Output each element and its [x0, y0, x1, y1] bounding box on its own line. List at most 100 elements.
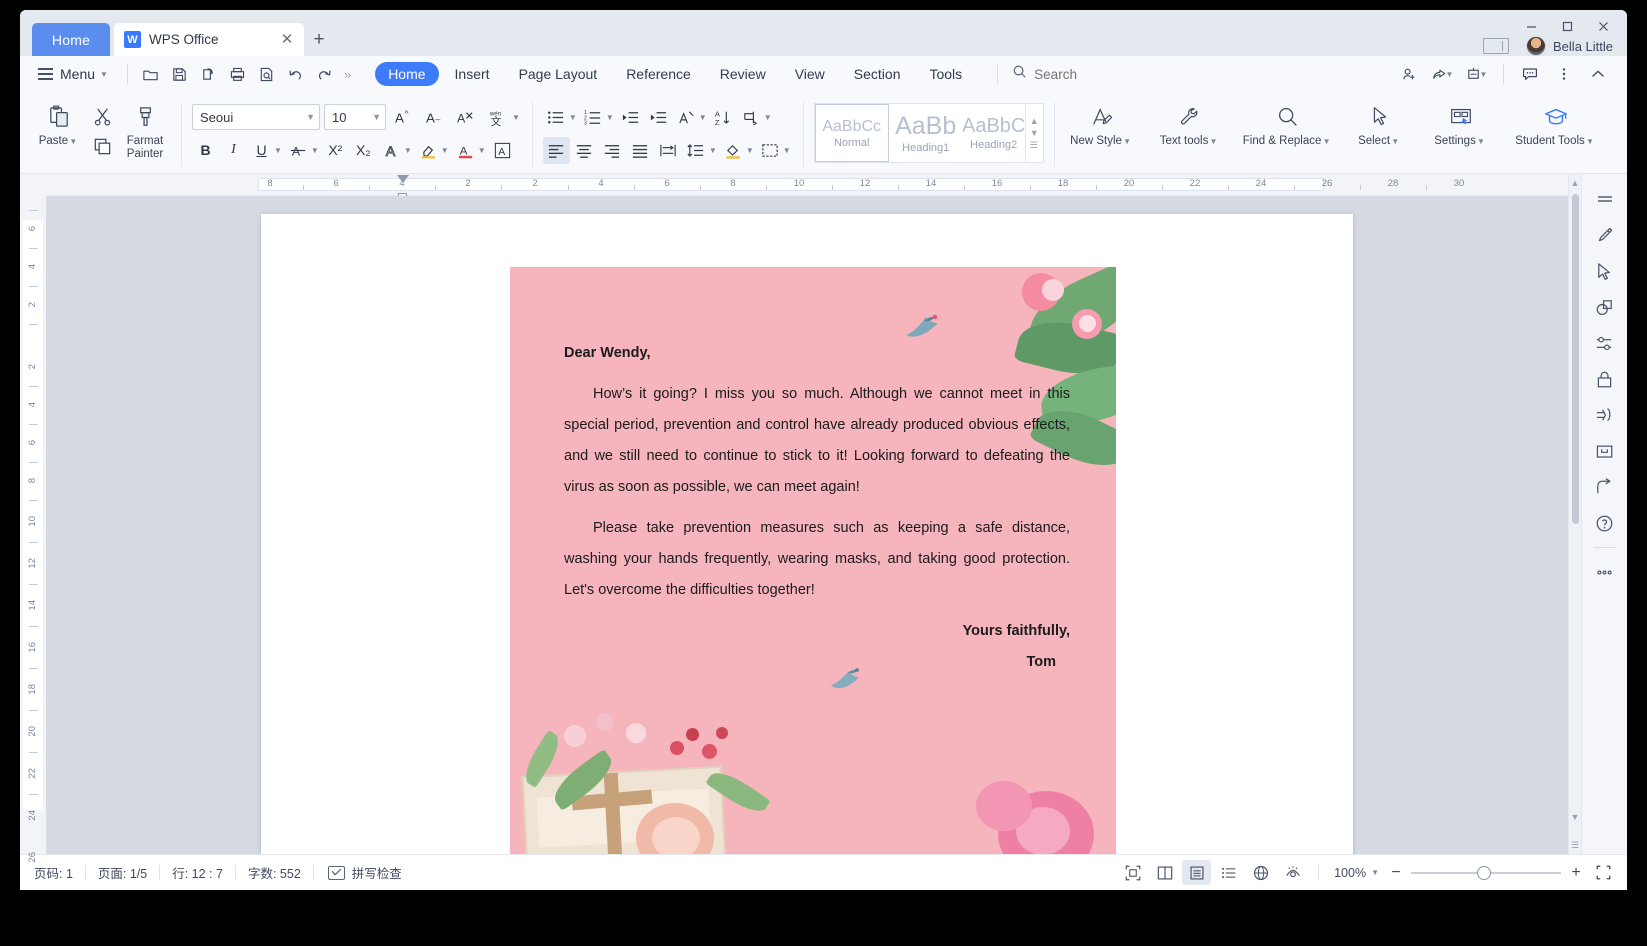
menu-lines-icon[interactable] [1588, 182, 1622, 216]
reading-eye-icon[interactable] [1278, 860, 1307, 885]
style-heading2[interactable]: AaBbC Heading2 [963, 104, 1025, 162]
sort-icon[interactable] [673, 104, 700, 131]
first-line-indent-marker[interactable] [397, 175, 409, 183]
text-tools-button[interactable]: Text tools ▼ [1154, 98, 1226, 148]
phonetic-guide-icon[interactable]: wén 文 [483, 104, 510, 131]
print-preview-icon[interactable] [253, 61, 280, 87]
two-page-icon[interactable] [1150, 860, 1179, 885]
outline-icon[interactable] [1214, 860, 1243, 885]
zoom-out-icon[interactable]: − [1384, 861, 1408, 885]
chevron-down-icon[interactable]: ▼ [699, 113, 707, 122]
zoom-level-label[interactable]: 100% [1330, 866, 1370, 880]
bold-button[interactable]: B [192, 137, 219, 164]
vertical-ruler[interactable]: 6 4 2 2 4 6 8 10 12 14 16 18 20 22 24 26 [20, 174, 46, 863]
cut-icon[interactable] [89, 103, 115, 129]
shapes-icon[interactable] [1588, 290, 1622, 324]
line-spacing-icon[interactable] [683, 137, 710, 164]
help-icon[interactable] [1588, 506, 1622, 540]
tab-page-layout[interactable]: Page Layout [506, 62, 611, 86]
home-button[interactable]: Home [32, 23, 110, 56]
increase-indent-icon[interactable] [645, 104, 672, 131]
web-layout-icon[interactable] [1246, 860, 1275, 885]
save-as-icon[interactable] [195, 61, 222, 87]
align-justify-icon[interactable] [627, 137, 654, 164]
fit-page-icon[interactable] [1591, 861, 1615, 885]
align-left-icon[interactable] [542, 136, 570, 164]
add-collaborator-icon[interactable] [1394, 61, 1424, 87]
new-document-icon[interactable]: ▼ [1462, 61, 1492, 87]
redo-icon[interactable] [311, 61, 338, 87]
document-tab[interactable]: W WPS Office ✕ [114, 23, 304, 56]
chevron-down-icon[interactable]: ▼ [783, 146, 791, 155]
tab-insert[interactable]: Insert [442, 62, 503, 86]
format-painter-button[interactable]: Farmat Painter [119, 98, 171, 161]
chevron-down-icon[interactable]: ▼ [274, 146, 282, 155]
expand-styles-icon[interactable]: ☰ [1030, 140, 1039, 151]
maximize-icon[interactable] [1551, 14, 1583, 38]
chevron-down-icon[interactable]: ▼ [764, 113, 772, 122]
more-dots-icon[interactable] [1588, 555, 1622, 589]
scroll-down-icon[interactable]: ▼ [1030, 128, 1039, 138]
search-box[interactable] [997, 64, 1185, 84]
style-normal[interactable]: AaBbCc Normal [814, 104, 889, 162]
split-view-icon[interactable] [1483, 38, 1510, 54]
tab-tools[interactable]: Tools [916, 62, 975, 86]
document-canvas[interactable]: Dear Wendy, How’s it going? I miss you s… [46, 196, 1568, 854]
subscript-button[interactable]: X₂ [350, 137, 377, 164]
tab-review[interactable]: Review [707, 62, 779, 86]
show-formatting-marks-icon[interactable] [738, 104, 765, 131]
collapse-ribbon-icon[interactable] [1583, 61, 1613, 87]
style-heading1[interactable]: AaBb Heading1 [889, 104, 963, 162]
close-icon[interactable] [1587, 14, 1619, 38]
select-button[interactable]: Select ▼ [1350, 98, 1410, 148]
share-icon[interactable]: ▼ [1428, 61, 1458, 87]
chevron-down-icon[interactable]: ▼ [441, 146, 449, 155]
avatar[interactable] [1526, 36, 1547, 56]
tab-section[interactable]: Section [841, 62, 914, 86]
share-arrow-icon[interactable] [1588, 470, 1622, 504]
spell-check-button[interactable]: 拼写检查 [314, 863, 402, 882]
zoom-in-icon[interactable]: + [1564, 861, 1588, 885]
paste-button[interactable]: Paste ▼ [33, 98, 85, 148]
chevron-down-icon[interactable]: ▼ [512, 113, 520, 122]
letter-card[interactable]: Dear Wendy, How’s it going? I miss you s… [510, 267, 1116, 854]
shading-icon[interactable] [720, 137, 747, 164]
font-family-combo[interactable]: Seoui ▼ [192, 104, 320, 130]
text-effects-button[interactable]: A [378, 137, 405, 164]
more-options-icon[interactable] [1549, 61, 1579, 87]
chevron-down-icon[interactable]: ▼ [1371, 868, 1379, 877]
word-count-status[interactable]: 字数: 552 [236, 863, 313, 882]
undo-icon[interactable] [282, 61, 309, 87]
paragraph-sort-icon[interactable]: AZ [710, 104, 737, 131]
chevron-down-icon[interactable]: ▼ [746, 146, 754, 155]
plus-icon[interactable]: + [304, 23, 334, 56]
new-style-button[interactable]: New Style ▼ [1065, 98, 1139, 148]
grow-font-icon[interactable]: A ^ [390, 104, 417, 131]
close-icon[interactable]: ✕ [278, 31, 296, 49]
bullets-icon[interactable] [543, 104, 570, 131]
underline-button[interactable]: U [248, 137, 275, 164]
font-size-combo[interactable]: 10 ▼ [324, 104, 386, 130]
more-quick-access-icon[interactable]: » [340, 67, 355, 82]
cursor-select-icon[interactable] [1588, 254, 1622, 288]
document-page[interactable]: Dear Wendy, How’s it going? I miss you s… [261, 214, 1353, 854]
distribute-icon[interactable] [655, 137, 682, 164]
menu-button[interactable]: Menu ▼ [30, 62, 118, 86]
search-input[interactable] [1034, 66, 1185, 82]
tab-view[interactable]: View [782, 62, 838, 86]
vertical-scrollbar[interactable]: ▲ ▼ ☰ [1568, 174, 1581, 854]
tab-reference[interactable]: Reference [613, 62, 704, 86]
open-icon[interactable] [137, 61, 164, 87]
font-color-button[interactable]: A [452, 137, 479, 164]
lock-icon[interactable] [1588, 362, 1622, 396]
chevron-down-icon[interactable]: ▼ [311, 146, 319, 155]
line-column-status[interactable]: 行: 12 : 7 [160, 863, 235, 882]
slider-knob[interactable] [1477, 865, 1491, 880]
next-page-icon[interactable]: ☰ [1569, 838, 1581, 852]
scroll-up-icon[interactable]: ▲ [1569, 176, 1581, 190]
comment-icon[interactable] [1515, 61, 1545, 87]
align-right-icon[interactable] [599, 137, 626, 164]
student-tools-button[interactable]: Student Tools ▼ [1512, 98, 1600, 148]
chevron-down-icon[interactable]: ▼ [606, 113, 614, 122]
scroll-down-icon[interactable]: ▼ [1569, 810, 1581, 824]
